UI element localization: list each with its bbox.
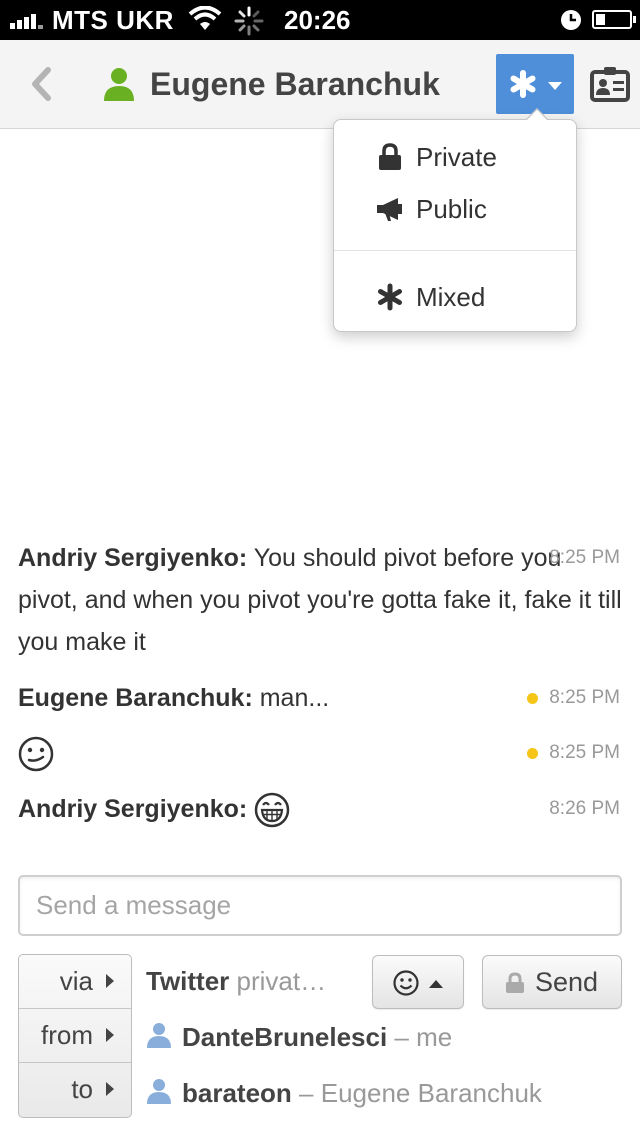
asterisk-icon [510,70,536,98]
chevron-right-icon [106,1082,114,1096]
lock-icon [379,143,401,170]
route-tab-via[interactable]: via [19,955,131,1009]
page-title: Eugene Baranchuk [150,65,440,102]
sender-account: DanteBrunelesci [182,1022,388,1052]
route-selector: via from to [18,954,132,1118]
wifi-icon [188,6,222,30]
person-icon [147,1079,171,1104]
person-icon [147,1023,171,1048]
menu-divider [334,250,576,251]
lock-icon [506,972,524,993]
megaphone-icon [377,198,402,221]
menu-item-label: Mixed [416,281,486,312]
route-via-value[interactable]: Twitter privat… [146,966,326,997]
conversation-title: Eugene Baranchuk [102,62,440,106]
route-tab-label: via [59,966,93,996]
route-tab-to[interactable]: to [19,1063,131,1117]
message-sender: Andriy Sergiyenko: [18,795,248,823]
send-label: Send [535,967,599,997]
asterisk-icon [378,283,402,311]
alarm-clock-icon [561,10,581,30]
status-time: 20:26 [284,5,351,35]
message-input[interactable] [20,877,620,934]
visibility-label: privat… [236,966,327,996]
unread-indicator [527,748,538,759]
recipient-note: Eugene Baranchuk [320,1078,542,1108]
chevron-left-icon[interactable] [22,62,62,106]
menu-item-label: Private [416,141,497,172]
menu-item-private[interactable]: Private [334,133,576,181]
message-time: 8:26 PM [549,798,620,819]
separator: – [299,1078,314,1108]
smiley-face-icon [393,970,419,996]
recipient-account: barateon [182,1078,292,1108]
message-sender: Eugene Baranchuk: [18,684,253,712]
send-button[interactable]: Send [482,955,622,1009]
sender-note: me [416,1022,453,1052]
message-time: 8:25 PM [549,742,620,763]
route-tab-label: from [41,1020,93,1050]
smiley-face-icon [18,737,54,772]
menu-item-label: Public [416,193,487,224]
menu-item-mixed[interactable]: Mixed [334,273,576,321]
route-to-value[interactable]: barateon – Eugene Baranchuk [146,1078,542,1109]
activity-spinner-icon [234,6,264,36]
separator: – [394,1022,409,1052]
status-bar: MTS UKR 20:26 [0,0,640,40]
chevron-right-icon [106,974,114,988]
grinning-face-icon [254,793,290,828]
message-text: man... [259,684,330,712]
battery-icon [592,10,636,29]
visibility-mode-menu: Private Public Mixed [333,108,577,332]
message-time: 8:25 PM [549,547,620,568]
chevron-right-icon [106,1028,114,1042]
visibility-mode-button[interactable] [496,54,574,114]
message-item: Andriy Sergiyenko: You should pivot befo… [18,537,622,663]
route-tab-label: to [71,1074,93,1104]
route-from-value[interactable]: DanteBrunelesci – me [146,1022,452,1053]
message-item: 8:25 PM [18,732,622,774]
menu-item-public[interactable]: Public [334,185,576,233]
signal-icon [10,13,46,29]
person-icon [104,68,134,101]
emoji-picker-button[interactable] [372,955,464,1009]
carrier-name: MTS UKR [52,5,174,35]
message-time: 8:25 PM [549,687,620,708]
message-composer [18,875,622,936]
chevron-down-icon [548,82,562,90]
route-tab-from[interactable]: from [19,1009,131,1063]
service-name: Twitter [146,966,230,996]
message-item: Andriy Sergiyenko: 8:26 PM [18,788,622,830]
message-item: Eugene Baranchuk: man... 8:25 PM [18,677,622,719]
chevron-up-icon [429,980,443,988]
message-sender: Andriy Sergiyenko: [18,544,248,572]
unread-indicator [527,693,538,704]
contact-card-icon[interactable] [590,66,630,102]
